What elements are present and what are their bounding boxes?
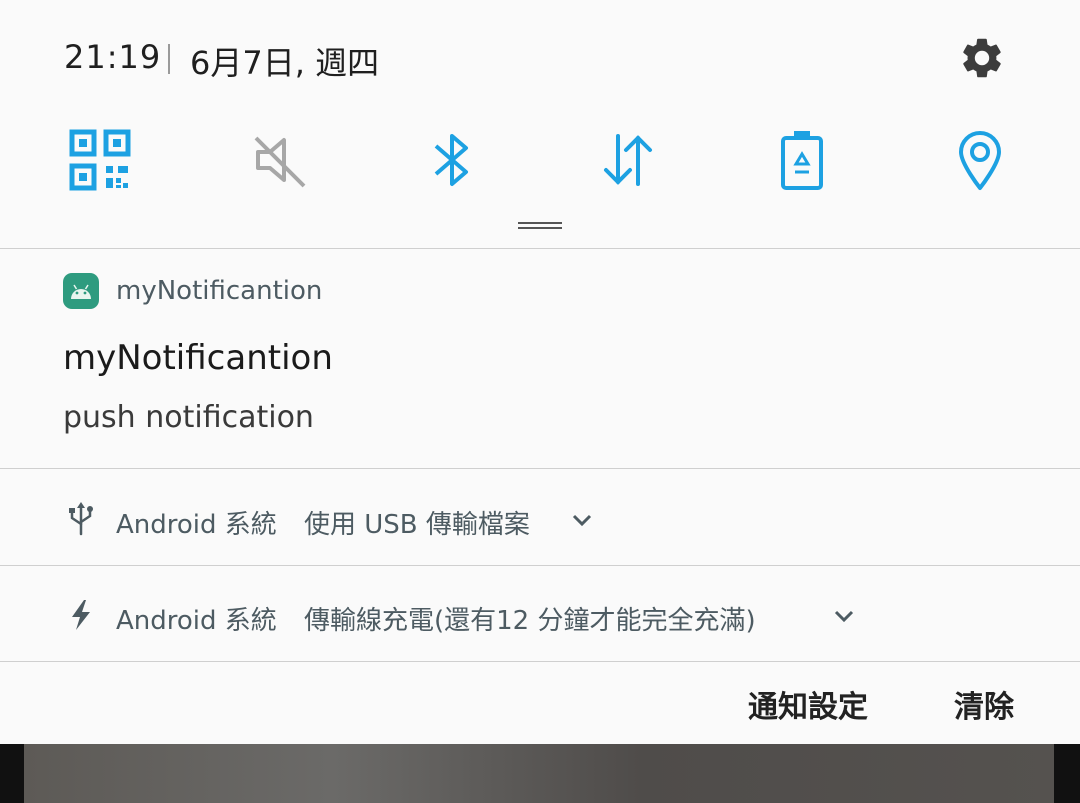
notification-actions-bar: 通知設定 清除	[0, 662, 1080, 744]
power-saving-icon[interactable]	[762, 120, 842, 200]
row-message: 傳輸線充電(還有12 分鐘才能完全充滿)	[304, 606, 756, 636]
charging-notification-row[interactable]: Android 系統 傳輸線充電(還有12 分鐘才能完全充滿)	[0, 568, 1080, 662]
divider	[0, 468, 1080, 469]
bluetooth-icon[interactable]	[412, 120, 492, 200]
status-header: 21:19 6月7日, 週四	[0, 0, 1080, 248]
divider	[0, 565, 1080, 566]
clear-button[interactable]: 清除	[954, 682, 1014, 726]
drag-handle[interactable]	[518, 222, 562, 230]
chevron-down-icon[interactable]	[832, 604, 856, 628]
home-screen-background	[0, 744, 1080, 803]
mobile-data-icon[interactable]	[588, 120, 668, 200]
notification-app-name: myNotificantion	[116, 276, 323, 306]
android-icon	[63, 273, 99, 309]
date-label: 6月7日, 週四	[190, 44, 380, 82]
usb-notification-row[interactable]: Android 系統 使用 USB 傳輸檔案	[0, 472, 1080, 566]
lightning-icon	[72, 600, 90, 630]
notification-settings-button[interactable]: 通知設定	[748, 682, 868, 726]
qr-code-icon[interactable]	[60, 120, 140, 200]
mute-icon[interactable]	[240, 120, 320, 200]
row-source: Android 系統	[116, 606, 277, 636]
clock-time: 21:19	[64, 38, 162, 76]
notification-title: myNotificantion	[63, 338, 333, 378]
time-date-separator	[168, 44, 170, 74]
wallpaper	[24, 744, 1054, 803]
gear-icon[interactable]	[958, 34, 1006, 82]
notification-body: push notification	[63, 400, 314, 435]
row-source: Android 系統	[116, 510, 277, 540]
location-icon[interactable]	[940, 120, 1020, 200]
chevron-down-icon[interactable]	[570, 508, 594, 532]
usb-icon	[69, 502, 93, 536]
quick-settings-row	[0, 120, 1080, 200]
divider	[0, 248, 1080, 249]
row-message: 使用 USB 傳輸檔案	[304, 510, 530, 540]
